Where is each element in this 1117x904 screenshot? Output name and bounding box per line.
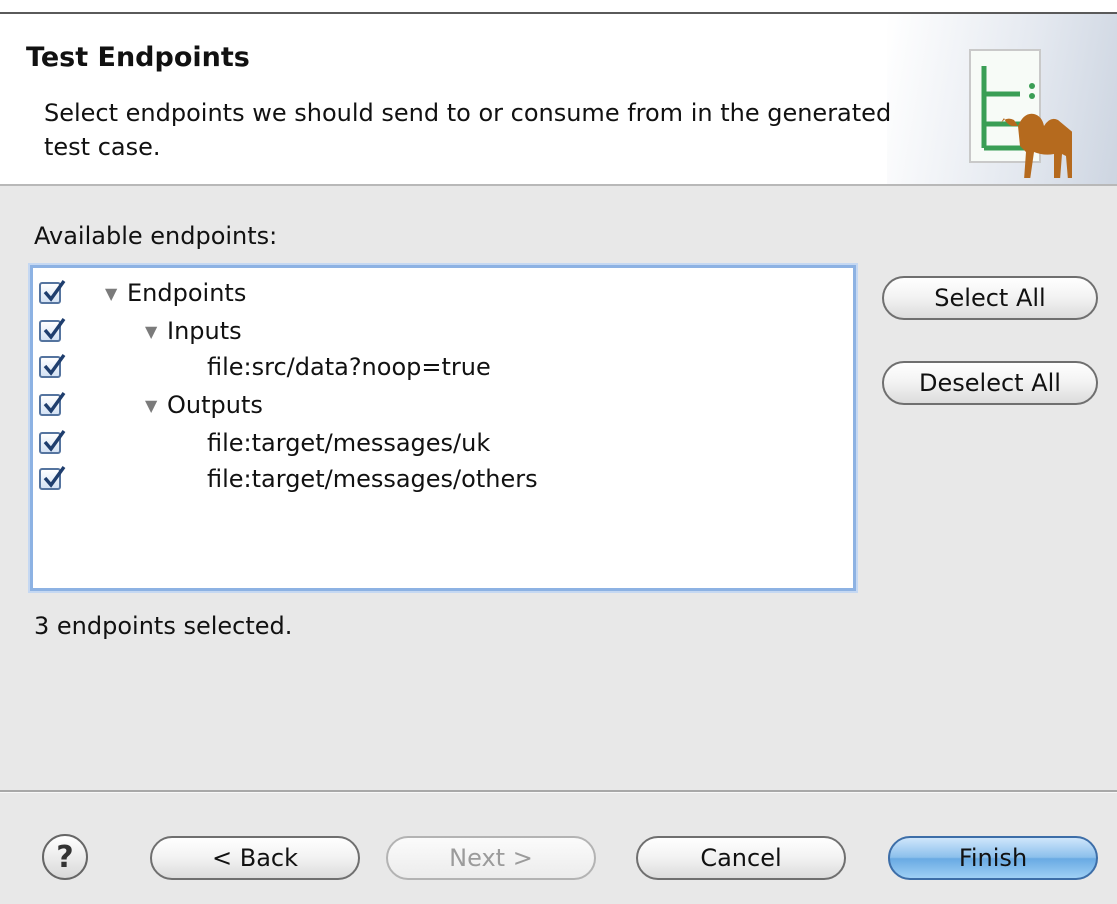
tree-item-file-target-uk[interactable]: file:target/messages/uk — [33, 424, 853, 462]
checkmark-icon — [43, 318, 66, 340]
page-title: Test Endpoints — [26, 42, 250, 73]
triangle-down-icon[interactable]: ▼ — [105, 284, 117, 303]
selection-status: 3 endpoints selected. — [34, 612, 293, 640]
wizard-header: Test Endpoints Select endpoints we shoul… — [0, 14, 1117, 186]
back-button[interactable]: < Back — [150, 836, 360, 880]
checkmark-icon — [43, 466, 66, 488]
triangle-down-icon[interactable]: ▼ — [145, 322, 157, 341]
tree-item-endpoints[interactable]: ▼ Endpoints — [33, 274, 853, 312]
tree-item-label: file:src/data?noop=true — [207, 353, 491, 381]
next-button[interactable]: Next > — [386, 836, 596, 880]
checkmark-icon — [43, 354, 66, 376]
checkbox-file-target-others[interactable] — [39, 466, 66, 490]
checkbox-endpoints[interactable] — [39, 280, 66, 304]
available-endpoints-label: Available endpoints: — [34, 222, 278, 250]
tree-item-label: Outputs — [167, 391, 263, 419]
checkbox-file-target-uk[interactable] — [39, 430, 66, 454]
tree-item-label: Inputs — [167, 317, 242, 345]
finish-button[interactable]: Finish — [888, 836, 1098, 880]
help-button[interactable]: ? — [42, 834, 88, 880]
checkmark-icon — [43, 280, 66, 302]
tree-item-label: Endpoints — [127, 279, 247, 307]
tree-item-file-src-data[interactable]: file:src/data?noop=true — [33, 348, 853, 386]
triangle-down-icon[interactable]: ▼ — [145, 396, 157, 415]
select-all-button[interactable]: Select All — [882, 276, 1098, 320]
tree-item-file-target-others[interactable]: file:target/messages/others — [33, 460, 853, 498]
window-top-edge — [0, 0, 1117, 14]
camel-test-wizard-icon — [969, 49, 1072, 178]
tree-item-inputs[interactable]: ▼ Inputs — [33, 312, 853, 350]
checkmark-icon — [43, 392, 66, 414]
checkmark-icon — [43, 430, 66, 452]
deselect-all-button[interactable]: Deselect All — [882, 361, 1098, 405]
tree-item-label: file:target/messages/uk — [207, 429, 491, 457]
checkbox-inputs[interactable] — [39, 318, 66, 342]
checkbox-outputs[interactable] — [39, 392, 66, 416]
checkbox-file-src-data[interactable] — [39, 354, 66, 378]
page-description: Select endpoints we should send to or co… — [44, 99, 892, 161]
tree-item-label: file:target/messages/others — [207, 465, 538, 493]
question-mark-icon: ? — [56, 839, 74, 875]
cancel-button[interactable]: Cancel — [636, 836, 846, 880]
endpoints-tree[interactable]: ▼ Endpoints ▼ Inputs file:src/data?noop=… — [30, 265, 856, 591]
footer-divider-highlight — [0, 792, 1117, 793]
tree-item-outputs[interactable]: ▼ Outputs — [33, 386, 853, 424]
